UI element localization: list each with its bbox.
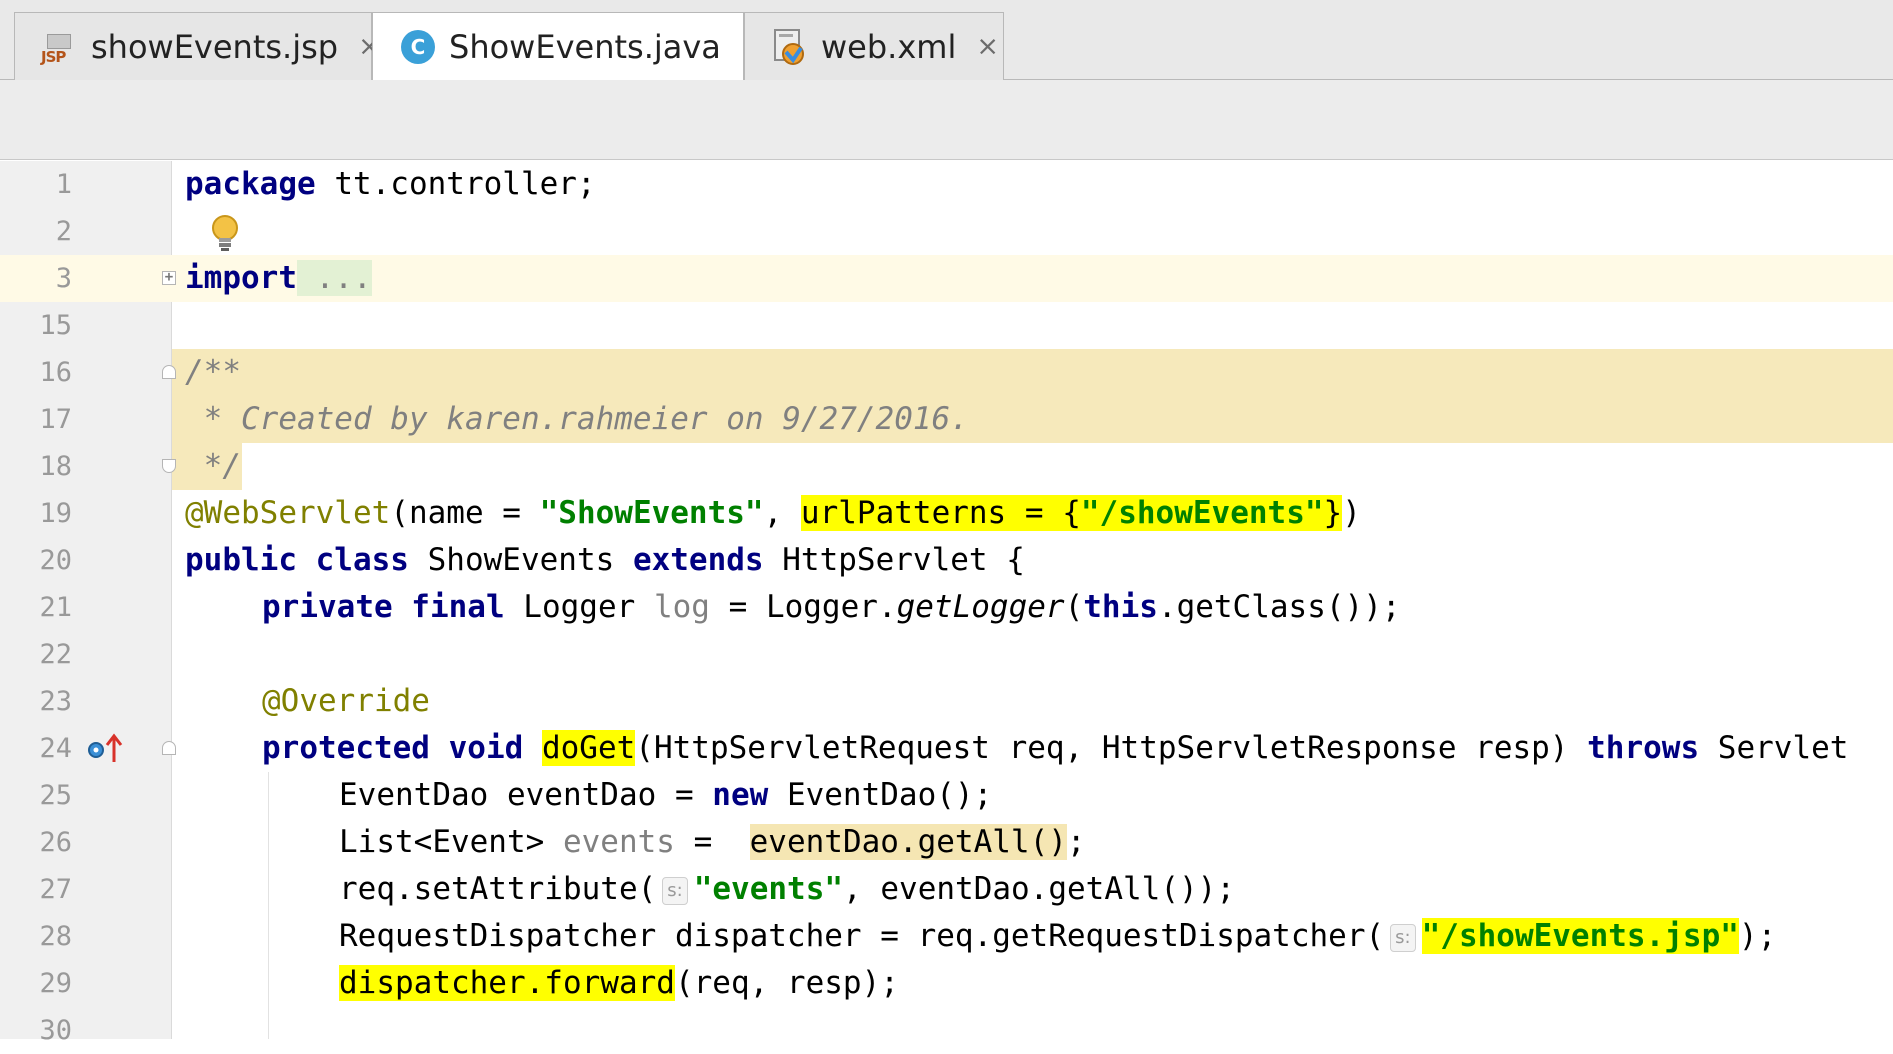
collapse-fold-icon[interactable] [162, 365, 176, 379]
code-text: List<Event> events = eventDao.getAll(); [339, 824, 1086, 860]
line-number: 29 [39, 968, 72, 999]
collapse-fold-icon[interactable] [162, 741, 176, 755]
code-line: 23 @Override [0, 678, 1893, 725]
line-number: 25 [39, 780, 72, 811]
line-number: 20 [39, 545, 72, 576]
code-text: private final Logger log = Logger.getLog… [262, 589, 1401, 625]
breadcrumb-bar [0, 80, 1893, 160]
line-number: 3 [55, 263, 72, 294]
line-number: 21 [39, 592, 72, 623]
line-number: 26 [39, 827, 72, 858]
code-text: */ [185, 448, 241, 484]
jsp-file-icon: JSP [41, 28, 79, 66]
tab-label: showEvents.jsp [91, 27, 339, 66]
code-line: 28 RequestDispatcher dispatcher = req.ge… [0, 913, 1893, 960]
line-number: 30 [39, 1015, 72, 1046]
close-icon[interactable]: × [976, 31, 999, 62]
code-text: dispatcher.forward(req, resp); [339, 965, 899, 1001]
line-number: 15 [39, 310, 72, 341]
code-editor[interactable]: 1 package tt.controller; 2 3 + import ..… [0, 161, 1893, 1046]
line-number: 16 [39, 357, 72, 388]
code-line: 21 private final Logger log = Logger.get… [0, 584, 1893, 631]
code-line: 22 [0, 631, 1893, 678]
code-line: 3 + import ... [0, 255, 1893, 302]
tab-label: web.xml [821, 27, 957, 66]
code-line: 24 protected void doGet(HttpServletReque… [0, 725, 1893, 772]
line-number: 17 [39, 404, 72, 435]
code-line: 18 */ [0, 443, 1893, 490]
code-line: 25 EventDao eventDao = new EventDao(); [0, 772, 1893, 819]
tab-web-xml[interactable]: web.xml × [744, 12, 1004, 80]
code-line: 27 req.setAttribute(s: "events", eventDao… [0, 866, 1893, 913]
code-text: EventDao eventDao = new EventDao(); [339, 777, 993, 813]
line-number: 19 [39, 498, 72, 529]
tab-showevents-jsp[interactable]: JSP showEvents.jsp × [14, 12, 381, 80]
code-text: /** [185, 354, 241, 390]
code-text: @WebServlet(name = "ShowEvents", urlPatt… [185, 495, 1361, 531]
java-class-icon: C [399, 28, 437, 66]
line-number: 2 [55, 216, 72, 247]
line-number: 24 [39, 733, 72, 764]
code-text: protected void doGet(HttpServletRequest … [262, 730, 1849, 766]
code-line: 15 [0, 302, 1893, 349]
parameter-hint: s: [662, 876, 688, 905]
code-line: 19 @WebServlet(name = "ShowEvents", urlP… [0, 490, 1893, 537]
line-number: 23 [39, 686, 72, 717]
collapse-fold-icon[interactable] [162, 459, 176, 473]
code-text: req.setAttribute(s: "events", eventDao.ge… [339, 871, 1235, 907]
code-line: 30 [0, 1007, 1893, 1054]
code-text: package tt.controller; [185, 166, 596, 202]
line-number: 28 [39, 921, 72, 952]
line-number: 1 [55, 169, 72, 200]
code-line: 26 List<Event> events = eventDao.getAll(… [0, 819, 1893, 866]
code-line: 1 package tt.controller; [0, 161, 1893, 208]
editor-tab-bar: JSP showEvents.jsp × C ShowEvents.java ×… [0, 0, 1893, 81]
line-number: 22 [39, 639, 72, 670]
tab-showevents-java[interactable]: C ShowEvents.java × [372, 12, 764, 81]
tab-label: ShowEvents.java [449, 28, 721, 66]
code-line: 29 dispatcher.forward(req, resp); [0, 960, 1893, 1007]
lightbulb-icon[interactable] [207, 213, 243, 253]
code-line: 2 [0, 208, 1893, 255]
code-line: 20 public class ShowEvents extends HttpS… [0, 537, 1893, 584]
line-number: 27 [39, 874, 72, 905]
line-number: 18 [39, 451, 72, 482]
code-line: 16 /** [0, 349, 1893, 396]
parameter-hint: s: [1390, 923, 1416, 952]
code-text: import ... [185, 260, 372, 296]
code-text: public class ShowEvents extends HttpServ… [185, 542, 1025, 578]
code-text: @Override [262, 683, 430, 719]
code-line: 17 * Created by karen.rahmeier on 9/27/2… [0, 396, 1893, 443]
expand-fold-icon[interactable]: + [162, 270, 176, 285]
code-text: * Created by karen.rahmeier on 9/27/2016… [185, 401, 969, 437]
code-text: RequestDispatcher dispatcher = req.getRe… [339, 918, 1777, 954]
xml-file-icon [771, 28, 809, 66]
overrides-method-icon[interactable] [86, 732, 126, 764]
